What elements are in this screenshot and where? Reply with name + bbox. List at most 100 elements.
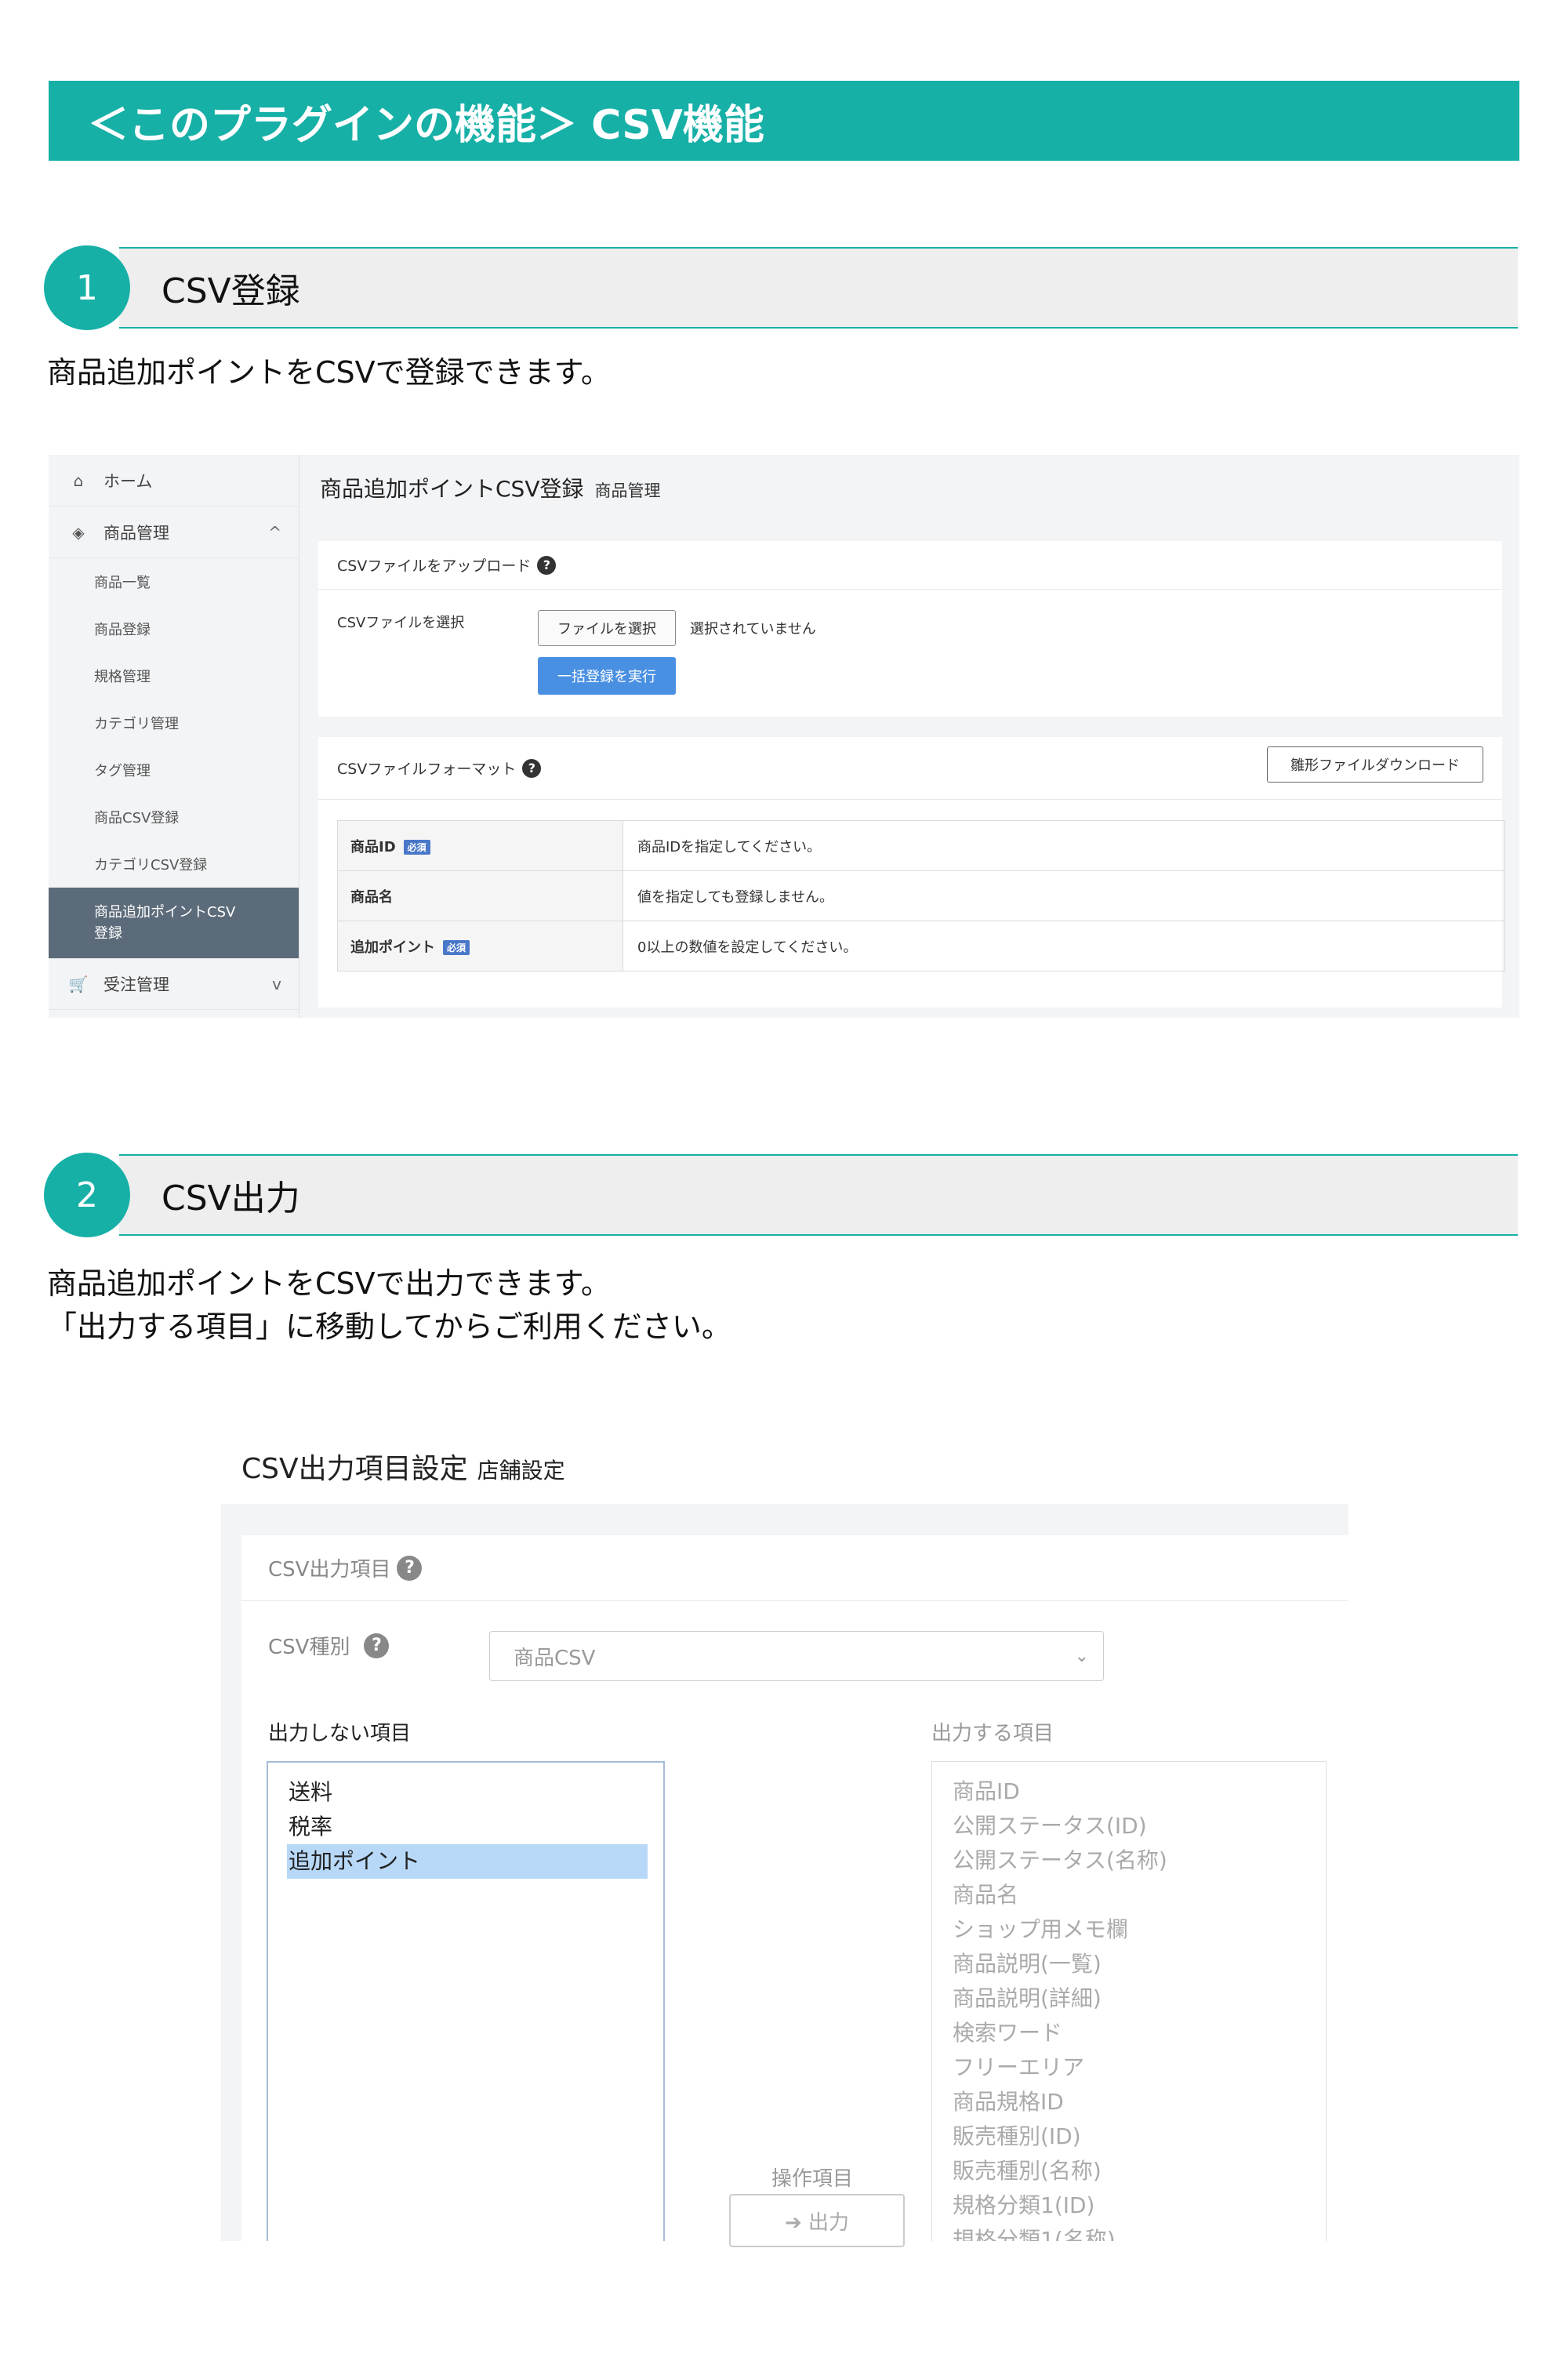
page-subtitle: 商品管理 [594, 481, 661, 500]
section-2-desc-line1: 商品追加ポイントをCSVで出力できます。 [47, 1266, 611, 1301]
page-banner: ＜このプラグインの機能＞ CSV機能 [49, 81, 1519, 161]
help-icon[interactable]: ? [522, 758, 542, 778]
required-badge: 必須 [403, 840, 430, 855]
section-1-bar: CSV登録 [119, 247, 1518, 329]
list-item[interactable]: ショップ用メモ欄 [951, 1912, 1310, 1947]
format-card-header: CSVファイルフォーマット ? 雛形ファイルダウンロード [318, 737, 1502, 800]
operations-label: 操作項目 [771, 2167, 854, 2191]
list-item[interactable]: 商品名 [951, 1878, 1310, 1912]
csv-output-title-text: CSV出力項目設定 [241, 1453, 468, 1485]
sidebar-subitem[interactable]: タグ管理 [49, 746, 299, 794]
csv-type-value: 商品CSV [514, 1646, 596, 1670]
csv-register-screenshot: ⌂ ホーム ◈ 商品管理 ^ 商品一覧 商品登録 規格管理 カテゴリ管理 タグ管… [49, 455, 1519, 1018]
csv-type-select[interactable]: 商品CSV ⌄ [489, 1631, 1104, 1681]
section-1-title: CSV登録 [162, 271, 300, 311]
table-row: 追加ポイント 必須 0以上の数値を設定してください。 [337, 921, 1505, 972]
table-value: 値を指定しても登録しません。 [622, 870, 1505, 921]
list-item[interactable]: 規格分類1(名称) [951, 2223, 1310, 2241]
table-row: 商品名 値を指定しても登録しません。 [337, 870, 1505, 921]
sidebar-item-orders[interactable]: 🛒 受注管理 v [49, 958, 299, 1010]
template-download-button[interactable]: 雛形ファイルダウンロード [1267, 746, 1483, 783]
admin-sidebar: ⌂ ホーム ◈ 商品管理 ^ 商品一覧 商品登録 規格管理 カテゴリ管理 タグ管… [49, 455, 299, 1018]
list-item[interactable]: 商品規格ID [951, 2085, 1310, 2119]
section-1-heading: CSV登録 1 [44, 245, 1518, 330]
list-item[interactable]: 公開ステータス(名称) [951, 1843, 1310, 1878]
table-key: 商品ID 必須 [337, 820, 623, 871]
sidebar-subitem[interactable]: カテゴリCSV登録 [49, 841, 299, 888]
excluded-items-list[interactable]: 送料 税率 追加ポイント [267, 1761, 665, 2241]
list-item[interactable]: 商品ID [951, 1774, 1310, 1809]
section-2-number: 2 [44, 1153, 130, 1237]
sidebar-item-label: 受注管理 [103, 975, 169, 994]
list-item[interactable]: 販売種別(ID) [951, 2119, 1310, 2154]
help-icon[interactable]: ? [397, 1555, 423, 1581]
list-item[interactable]: フリーエリア [951, 2050, 1310, 2085]
sidebar-subitem[interactable]: 商品CSV登録 [49, 794, 299, 841]
section-2-desc-line2: 「出力する項目」に移動してからご利用ください。 [47, 1309, 731, 1345]
upload-card-header: CSVファイルをアップロード ? [318, 541, 1502, 590]
select-label: CSVファイルを選択 [337, 615, 465, 631]
csv-output-screenshot: CSV出力項目 ? CSV種別 ? 商品CSV ⌄ 出力しない項目 送料 税率 … [221, 1504, 1348, 2247]
file-select-button[interactable]: ファイルを選択 [538, 610, 676, 646]
help-icon[interactable]: ? [364, 1633, 390, 1658]
format-table: 商品ID 必須 商品IDを指定してください。 商品名 値を指定しても登録しません。… [337, 820, 1505, 972]
sidebar-subitem[interactable]: 商品一覧 [49, 558, 299, 605]
upload-card: CSVファイルをアップロード ? CSVファイルを選択 ファイルを選択 選択され… [318, 541, 1502, 717]
table-value: 商品IDを指定してください。 [622, 820, 1505, 871]
page-title: 商品追加ポイントCSV登録 商品管理 [320, 472, 660, 503]
list-item-selected[interactable]: 追加ポイント [287, 1844, 648, 1879]
cart-icon: 🛒 [68, 975, 89, 993]
sidebar-subitem-active[interactable]: 商品追加ポイントCSV 登録 [49, 888, 299, 958]
box-icon: ◈ [72, 522, 85, 542]
section-1-number: 1 [44, 245, 130, 330]
sidebar-item-product[interactable]: ◈ 商品管理 ^ [49, 507, 299, 558]
included-items-label: 出力する項目 [931, 1722, 1054, 1745]
excluded-items-label: 出力しない項目 [268, 1722, 412, 1745]
format-header-text: CSVファイルフォーマット [337, 761, 517, 778]
sidebar-item-label: ホーム [103, 471, 153, 491]
csv-output-card: CSV出力項目 ? CSV種別 ? 商品CSV ⌄ 出力しない項目 送料 税率 … [241, 1535, 1348, 2247]
format-card: CSVファイルフォーマット ? 雛形ファイルダウンロード 商品ID 必須 商品ID… [318, 737, 1505, 1008]
sidebar-item-home[interactable]: ⌂ ホーム [49, 455, 299, 507]
card-header-text: CSV出力項目 [268, 1558, 391, 1582]
table-value: 0以上の数値を設定してください。 [622, 921, 1505, 972]
sidebar-active-label-1: 商品追加ポイントCSV [94, 904, 236, 921]
upload-header-text: CSVファイルをアップロード [337, 557, 532, 575]
list-item[interactable]: 検索ワード [951, 2016, 1310, 2050]
sidebar-subitem[interactable]: 商品登録 [49, 605, 299, 652]
csv-output-subtitle: 店舗設定 [477, 1458, 565, 1484]
csv-type-text: CSV種別 [268, 1636, 350, 1659]
sidebar-subitem[interactable]: カテゴリ管理 [49, 699, 299, 746]
banner-title: ＜このプラグインの機能＞ CSV機能 [88, 101, 764, 149]
sidebar-subitem[interactable]: 規格管理 [49, 652, 299, 699]
chevron-down-icon: ⌄ [1074, 1646, 1089, 1666]
list-item[interactable]: 送料 [287, 1775, 648, 1810]
home-icon: ⌂ [73, 470, 84, 490]
key-text: 商品ID [350, 838, 396, 855]
list-item[interactable]: 商品説明(一覧) [951, 1947, 1310, 1981]
help-icon[interactable]: ? [537, 555, 557, 575]
csv-type-label: CSV種別 ? [268, 1631, 390, 1660]
sidebar-item-label: 商品管理 [103, 523, 169, 543]
table-key: 商品名 [337, 870, 623, 921]
list-item[interactable]: 公開ステータス(ID) [951, 1809, 1310, 1843]
section-2-desc: 商品追加ポイントをCSVで出力できます。 「出力する項目」に移動してからご利用く… [47, 1262, 731, 1349]
chevron-up-icon: ^ [268, 522, 281, 542]
list-item[interactable]: 販売種別(名称) [951, 2154, 1310, 2188]
list-item[interactable]: 規格分類1(ID) [951, 2188, 1310, 2223]
bulk-register-button[interactable]: 一括登録を実行 [538, 657, 676, 695]
section-2-bar: CSV出力 [119, 1154, 1518, 1236]
table-key: 追加ポイント 必須 [337, 921, 623, 972]
section-2-title: CSV出力 [162, 1179, 300, 1219]
list-item[interactable]: 税率 [287, 1810, 648, 1844]
list-item[interactable]: 商品説明(詳細) [951, 1981, 1310, 2016]
output-button[interactable]: ➔ 出力 [729, 2194, 905, 2247]
csv-output-card-header: CSV出力項目 ? [241, 1535, 1348, 1601]
key-text: 商品名 [350, 888, 393, 906]
no-file-text: 選択されていません [690, 621, 816, 637]
included-items-list[interactable]: 商品ID 公開ステータス(ID) 公開ステータス(名称) 商品名 ショップ用メモ… [931, 1761, 1327, 2241]
chevron-down-icon: v [272, 975, 281, 993]
page-title-text: 商品追加ポイントCSV登録 [320, 476, 584, 502]
csv-output-title: CSV出力項目設定 店舗設定 [241, 1446, 565, 1487]
section-2-heading: CSV出力 2 [44, 1153, 1518, 1237]
